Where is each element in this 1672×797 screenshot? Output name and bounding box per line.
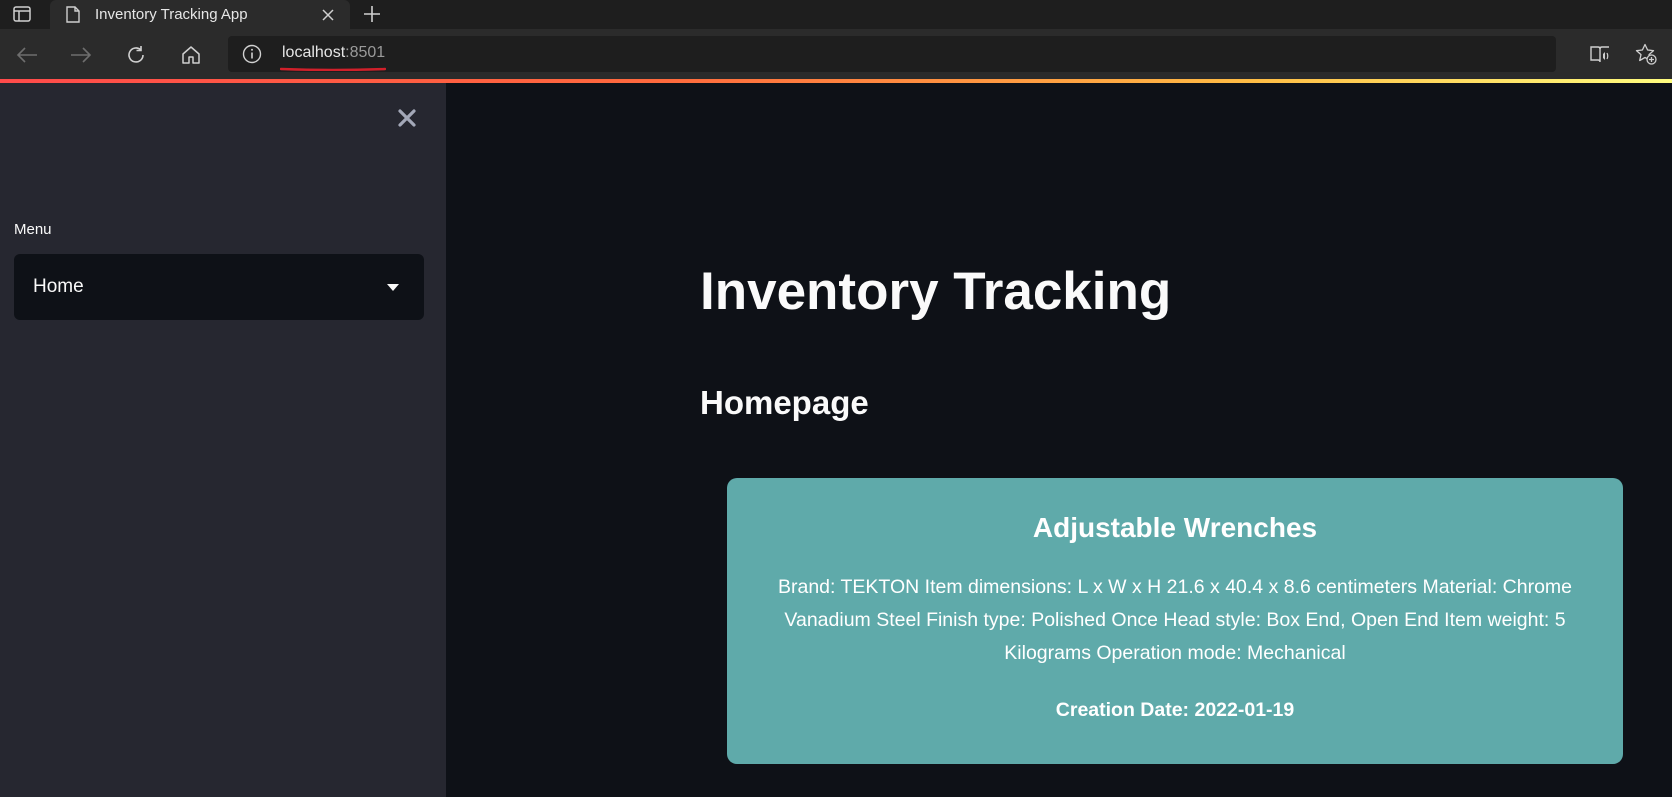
menu-label: Menu bbox=[14, 221, 52, 238]
browser-tab-bar: Inventory Tracking App bbox=[0, 0, 1672, 29]
item-creation-date: Creation Date: 2022-01-19 bbox=[1055, 699, 1295, 721]
page-title: Inventory Tracking bbox=[700, 262, 1172, 321]
info-icon[interactable] bbox=[242, 44, 262, 64]
plus-icon bbox=[364, 6, 380, 22]
menu-select-value: Home bbox=[33, 276, 84, 297]
browser-tab[interactable]: Inventory Tracking App bbox=[50, 0, 350, 29]
chevron-down-icon bbox=[386, 282, 400, 292]
menu-select[interactable]: Home bbox=[14, 254, 424, 320]
close-icon[interactable] bbox=[318, 5, 338, 25]
address-bar[interactable]: localhost:8501 bbox=[228, 36, 1556, 72]
url-host: localhost bbox=[282, 44, 346, 61]
forward-arrow-icon bbox=[71, 47, 92, 63]
url-text[interactable]: localhost:8501 bbox=[282, 44, 385, 62]
immersive-reader-icon[interactable] bbox=[1588, 43, 1612, 65]
close-icon bbox=[398, 109, 416, 127]
page-icon bbox=[65, 6, 81, 24]
item-name: Adjustable Wrenches bbox=[1032, 512, 1318, 543]
item-card: Adjustable Wrenches Brand: TEKTON Item d… bbox=[727, 478, 1623, 764]
tab-title: Inventory Tracking App bbox=[95, 6, 248, 23]
main-content: Inventory Tracking Homepage Adjustable W… bbox=[446, 83, 1672, 797]
page-subtitle: Homepage bbox=[700, 384, 869, 421]
refresh-button[interactable] bbox=[122, 41, 150, 69]
browser-toolbar: localhost:8501 bbox=[0, 29, 1672, 79]
url-port: :8501 bbox=[345, 44, 386, 61]
back-arrow-icon bbox=[16, 47, 37, 63]
sidebar: Menu Home bbox=[0, 83, 446, 797]
new-tab-button[interactable] bbox=[360, 2, 384, 26]
forward-button[interactable] bbox=[67, 41, 95, 69]
tab-actions-icon[interactable] bbox=[10, 4, 34, 24]
url-annotation-underline bbox=[280, 67, 386, 71]
back-button[interactable] bbox=[13, 41, 41, 69]
home-button[interactable] bbox=[177, 41, 205, 69]
add-favorite-icon[interactable] bbox=[1634, 43, 1658, 65]
item-description: Brand: TEKTON Item dimensions: L x W x H… bbox=[777, 576, 1573, 664]
home-icon bbox=[182, 46, 200, 64]
close-sidebar-button[interactable] bbox=[396, 107, 418, 129]
refresh-icon bbox=[128, 46, 144, 63]
